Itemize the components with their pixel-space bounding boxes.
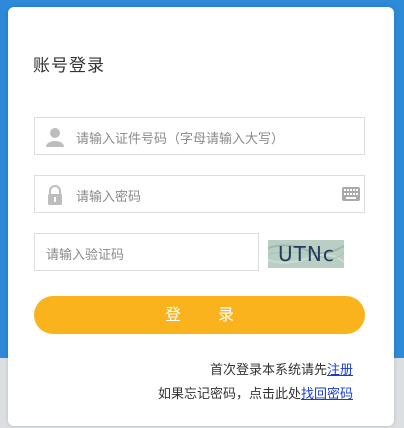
forgot-prompt: 如果忘记密码，点击此处 (157, 387, 301, 402)
login-card: 账号登录 请输入证件号码（字母请输入大写） 请输入密码 请输入验证码 UTNc … (8, 7, 394, 426)
captcha-code: UTNc (278, 242, 335, 266)
username-field[interactable]: 请输入证件号码（字母请输入大写） (34, 117, 365, 155)
password-field[interactable]: 请输入密码 (34, 175, 365, 213)
lock-icon (48, 185, 62, 205)
login-button[interactable]: 登 录 (34, 296, 365, 334)
captcha-image[interactable]: UTNc (268, 240, 344, 268)
keyboard-icon[interactable] (342, 187, 360, 201)
forgot-password-hint: 如果忘记密码，点击此处找回密码 (158, 383, 353, 402)
user-icon (46, 128, 64, 147)
captcha-input[interactable]: 请输入验证码 (34, 233, 259, 271)
forgot-password-link[interactable]: 找回密码 (301, 387, 353, 402)
register-link[interactable]: 注册 (327, 363, 353, 378)
username-placeholder: 请输入证件号码（字母请输入大写） (76, 132, 285, 147)
register-prompt: 首次登录本系统请先 (209, 363, 327, 378)
register-hint: 首次登录本系统请先注册 (210, 359, 353, 378)
captcha-placeholder: 请输入验证码 (46, 248, 125, 263)
password-placeholder: 请输入密码 (76, 190, 142, 205)
login-title: 账号登录 (33, 56, 105, 76)
